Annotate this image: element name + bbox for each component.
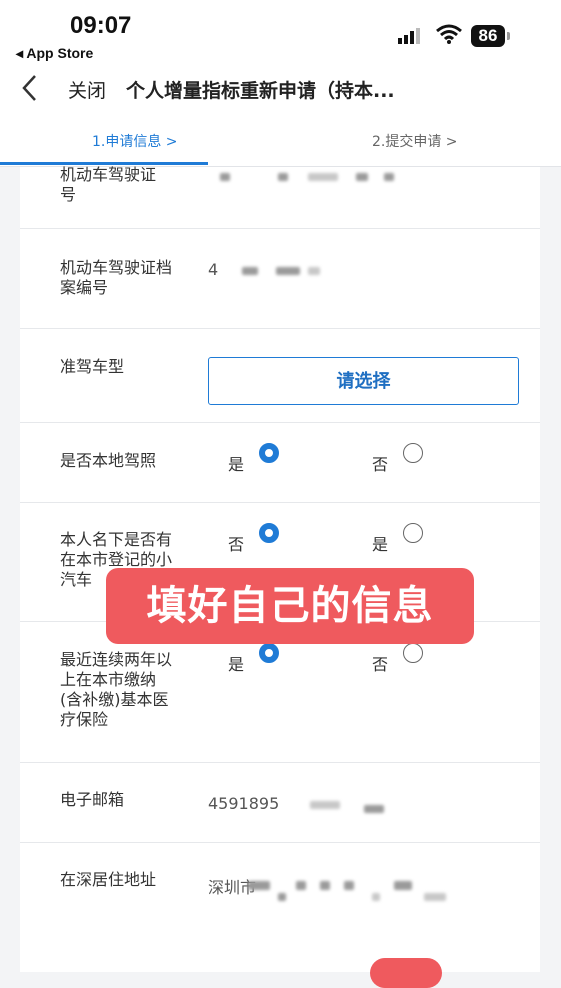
redacted-license-file-number [308, 267, 320, 275]
has-car-no-radio[interactable] [259, 523, 279, 543]
step-tabs: 1.申请信息 > 2.提交申请 > [0, 114, 561, 167]
cellular-signal-icon [398, 28, 420, 44]
annotation-overlay-label: 填好自己的信息 [106, 568, 474, 644]
local-license-option-no-label: 否 [372, 455, 389, 474]
tab-application-info[interactable]: 1.申请信息 > [92, 131, 178, 151]
vehicle-type-select-button[interactable]: 请选择 [208, 357, 519, 405]
row-license-file-number: 机动车驾驶证档 案编号 4 [20, 229, 540, 329]
back-chevron-icon[interactable] [20, 72, 40, 104]
insurance-option-yes-label: 是 [228, 655, 245, 674]
redacted-email [310, 801, 340, 809]
row-license-number: 机动车驾驶证 号 [20, 165, 540, 229]
redacted-license-number [356, 173, 368, 181]
email-value[interactable]: 4591895 [208, 794, 279, 813]
license-number-label: 机动车驾驶证 号 [60, 165, 157, 204]
redacted-address [394, 881, 412, 890]
local-license-no-radio[interactable] [403, 443, 423, 463]
bottom-partial-button[interactable] [370, 958, 442, 988]
redacted-address [296, 881, 306, 890]
vehicle-type-label: 准驾车型 [60, 357, 125, 376]
battery-icon: 86 [471, 25, 505, 47]
redacted-address [344, 881, 354, 890]
insurance-option-no-label: 否 [372, 655, 389, 674]
has-car-yes-radio[interactable] [403, 523, 423, 543]
wifi-icon [436, 24, 462, 44]
license-file-number-value[interactable]: 4 [208, 260, 218, 279]
row-address: 在深居住地址 深圳市 [20, 843, 540, 972]
local-license-yes-radio[interactable] [259, 443, 279, 463]
redacted-license-number [308, 173, 338, 181]
redacted-license-number [278, 173, 288, 181]
insurance-no-radio[interactable] [403, 643, 423, 663]
status-bar: 09:07 ◂ App Store 86 [0, 0, 561, 66]
local-license-option-yes-label: 是 [228, 455, 245, 474]
redacted-license-file-number [276, 267, 300, 275]
page-title: 个人增量指标重新申请（持本... [126, 80, 395, 102]
redacted-license-file-number [242, 267, 258, 275]
tab-submit-application[interactable]: 2.提交申请 > [372, 131, 458, 151]
navigation-bar: 关闭 个人增量指标重新申请（持本... [0, 66, 561, 114]
medical-insurance-label: 最近连续两年以 上在本市缴纳 (含补缴)基本医 疗保险 [60, 650, 173, 729]
local-license-label: 是否本地驾照 [60, 451, 157, 470]
redacted-address [320, 881, 330, 890]
redacted-address [248, 881, 270, 890]
has-car-option-no-label: 否 [228, 535, 245, 554]
email-label: 电子邮箱 [60, 790, 125, 809]
close-button[interactable]: 关闭 [68, 76, 106, 103]
address-label: 在深居住地址 [60, 870, 157, 889]
row-email: 电子邮箱 4591895 [20, 763, 540, 843]
redacted-address [278, 893, 286, 901]
redacted-email [364, 805, 384, 813]
redacted-address [372, 893, 380, 901]
redacted-address [424, 893, 446, 901]
license-file-number-label: 机动车驾驶证档 案编号 [60, 258, 173, 297]
status-time: 09:07 [70, 12, 132, 39]
has-car-option-yes-label: 是 [372, 535, 389, 554]
insurance-yes-radio[interactable] [259, 643, 279, 663]
row-local-license: 是否本地驾照 [20, 423, 540, 503]
battery-tip [507, 32, 510, 40]
redacted-license-number [220, 173, 230, 181]
back-to-app-store[interactable]: ◂ App Store [16, 45, 93, 62]
redacted-license-number [384, 173, 394, 181]
